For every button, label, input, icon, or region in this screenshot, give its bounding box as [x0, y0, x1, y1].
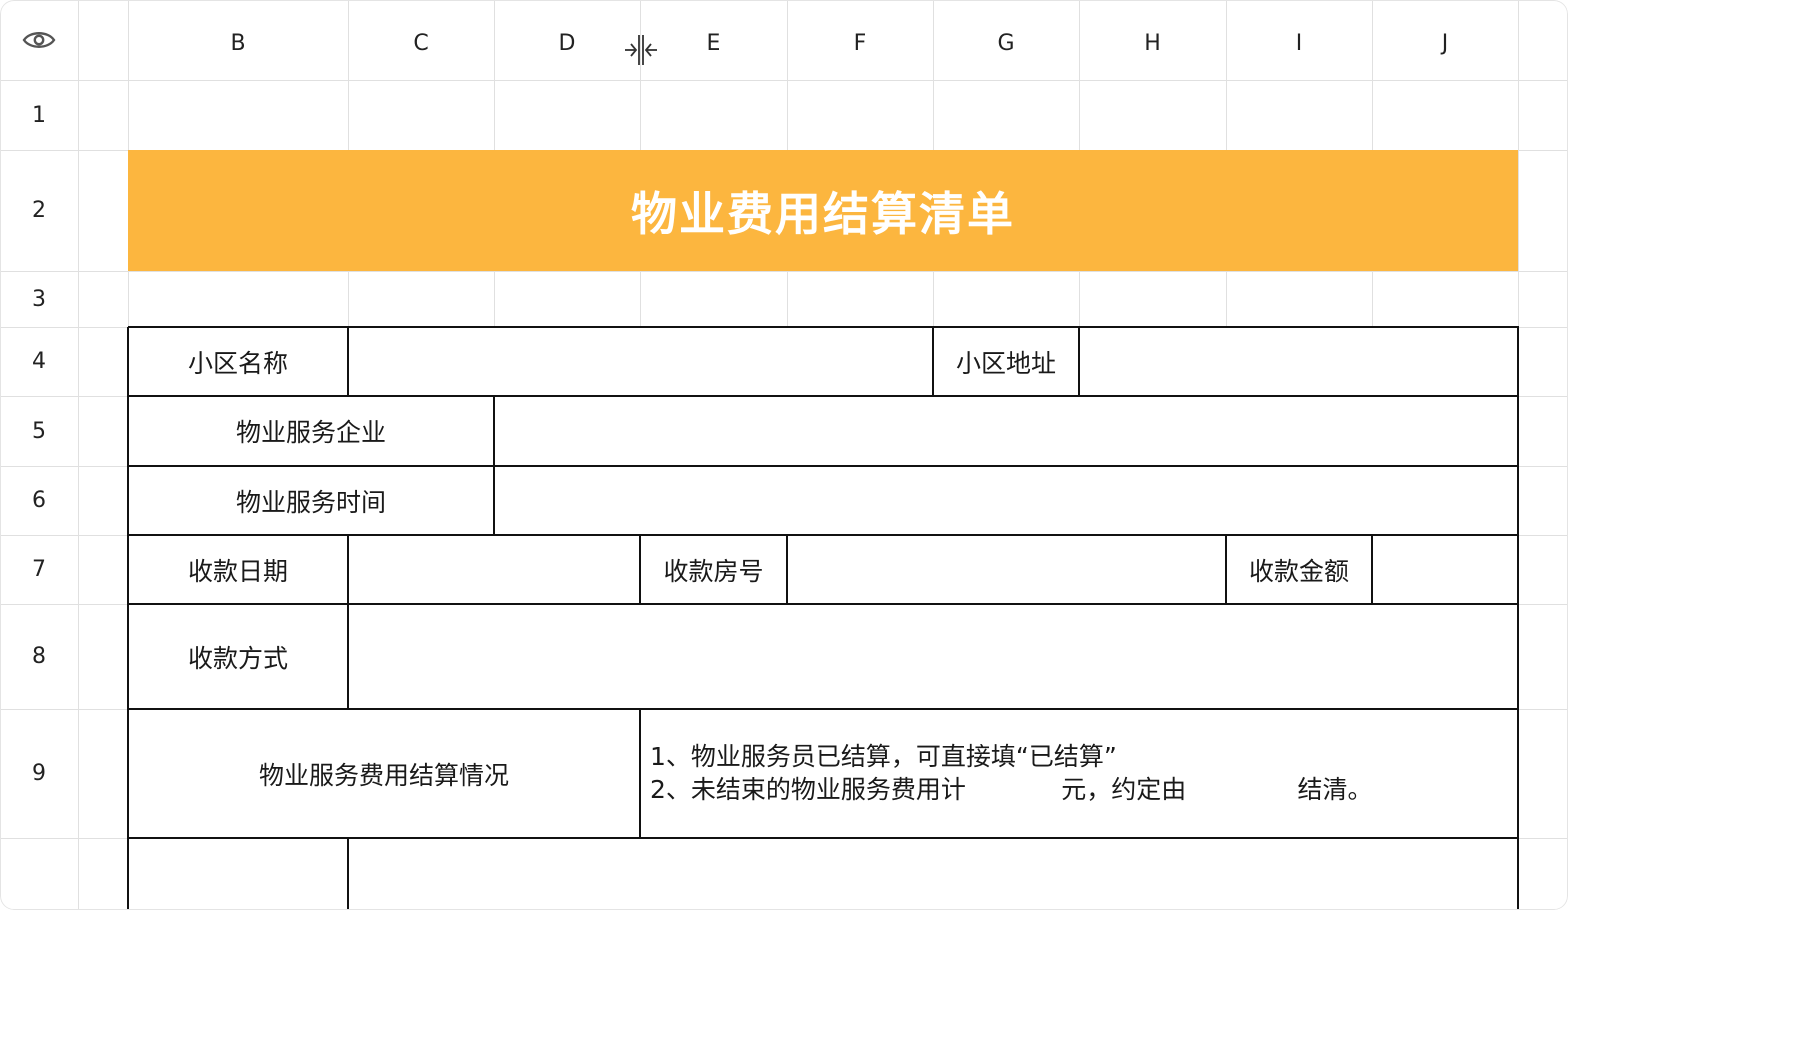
community-name-label[interactable]: 小区名称	[128, 327, 348, 396]
row-header-9[interactable]: 9	[0, 709, 78, 838]
grid-line-horizontal	[0, 80, 1568, 81]
service-company-label[interactable]: 物业服务企业	[128, 396, 494, 466]
border-vertical	[347, 327, 349, 396]
border-vertical	[493, 396, 495, 535]
amount-label[interactable]: 收款金额	[1226, 535, 1372, 604]
next-row-value-cell[interactable]	[348, 838, 1518, 910]
column-header-g[interactable]: G	[933, 6, 1079, 80]
border-vertical	[347, 838, 349, 910]
community-name-cell[interactable]	[348, 327, 933, 396]
service-company-cell[interactable]	[494, 396, 1518, 466]
row-header-7[interactable]: 7	[0, 535, 78, 604]
border-horizontal	[128, 395, 1519, 397]
border-vertical	[1078, 327, 1080, 396]
form-title[interactable]: 物业费用结算清单	[128, 150, 1518, 271]
border-horizontal	[128, 837, 1519, 839]
settlement-note-1: 1、物业服务员已结算，可直接填“已结算”	[650, 742, 1117, 771]
border-vertical	[347, 535, 349, 709]
column-header-f[interactable]: F	[787, 6, 933, 80]
payment-date-label[interactable]: 收款日期	[128, 535, 348, 604]
row-header-8[interactable]: 8	[0, 604, 78, 709]
row-header-5[interactable]: 5	[0, 396, 78, 466]
column-header-h[interactable]: H	[1079, 6, 1226, 80]
row-header-6[interactable]: 6	[0, 466, 78, 535]
column-header-i[interactable]: I	[1226, 6, 1372, 80]
border-vertical	[639, 709, 641, 838]
column-header-b[interactable]: B	[128, 6, 348, 80]
row-header-1[interactable]: 1	[0, 80, 78, 150]
border-vertical	[1225, 535, 1227, 604]
border-vertical	[932, 327, 934, 396]
next-row-label-cell[interactable]	[128, 838, 348, 910]
spreadsheet: BCDEFGHIJ 123456789 物业费用结算清单 小区名称 小区地址 物…	[0, 0, 1568, 910]
border-horizontal	[128, 326, 1519, 328]
grid-line-vertical	[78, 0, 79, 910]
settlement-note-2: 2、未结束的物业服务费用计 元，约定由 结清。	[650, 775, 1373, 804]
border-vertical	[639, 535, 641, 604]
grid-line-horizontal	[0, 271, 1568, 272]
row-header-4[interactable]: 4	[0, 327, 78, 396]
border-horizontal	[128, 534, 1519, 536]
border-horizontal	[128, 603, 1519, 605]
column-header-c[interactable]: C	[348, 6, 494, 80]
border-vertical	[786, 535, 788, 604]
column-header-d[interactable]: D	[494, 6, 640, 80]
border-horizontal	[128, 708, 1519, 710]
community-address-label[interactable]: 小区地址	[933, 327, 1079, 396]
room-number-label[interactable]: 收款房号	[640, 535, 787, 604]
eye-icon	[22, 32, 56, 48]
border-vertical	[127, 327, 129, 910]
service-time-label[interactable]: 物业服务时间	[128, 466, 494, 535]
settlement-notes: 1、物业服务员已结算，可直接填“已结算” 2、未结束的物业服务费用计 元，约定由…	[650, 740, 1510, 806]
payment-date-cell[interactable]	[348, 535, 640, 604]
payment-method-label[interactable]: 收款方式	[128, 604, 348, 709]
border-vertical	[1517, 327, 1519, 910]
settlement-label[interactable]: 物业服务费用结算情况	[128, 709, 640, 838]
row-header-3[interactable]: 3	[0, 271, 78, 327]
border-vertical	[1371, 535, 1373, 604]
column-resize-icon[interactable]	[622, 32, 660, 68]
select-all-corner[interactable]	[0, 0, 78, 80]
payment-method-cell[interactable]	[348, 604, 1518, 709]
service-time-cell[interactable]	[494, 466, 1518, 535]
border-horizontal	[128, 465, 1519, 467]
community-address-cell[interactable]	[1079, 327, 1518, 396]
room-number-cell[interactable]	[787, 535, 1226, 604]
column-header-j[interactable]: J	[1372, 6, 1518, 80]
amount-cell[interactable]	[1372, 535, 1518, 604]
row-header-2[interactable]: 2	[0, 150, 78, 271]
column-header-e[interactable]: E	[640, 6, 787, 80]
